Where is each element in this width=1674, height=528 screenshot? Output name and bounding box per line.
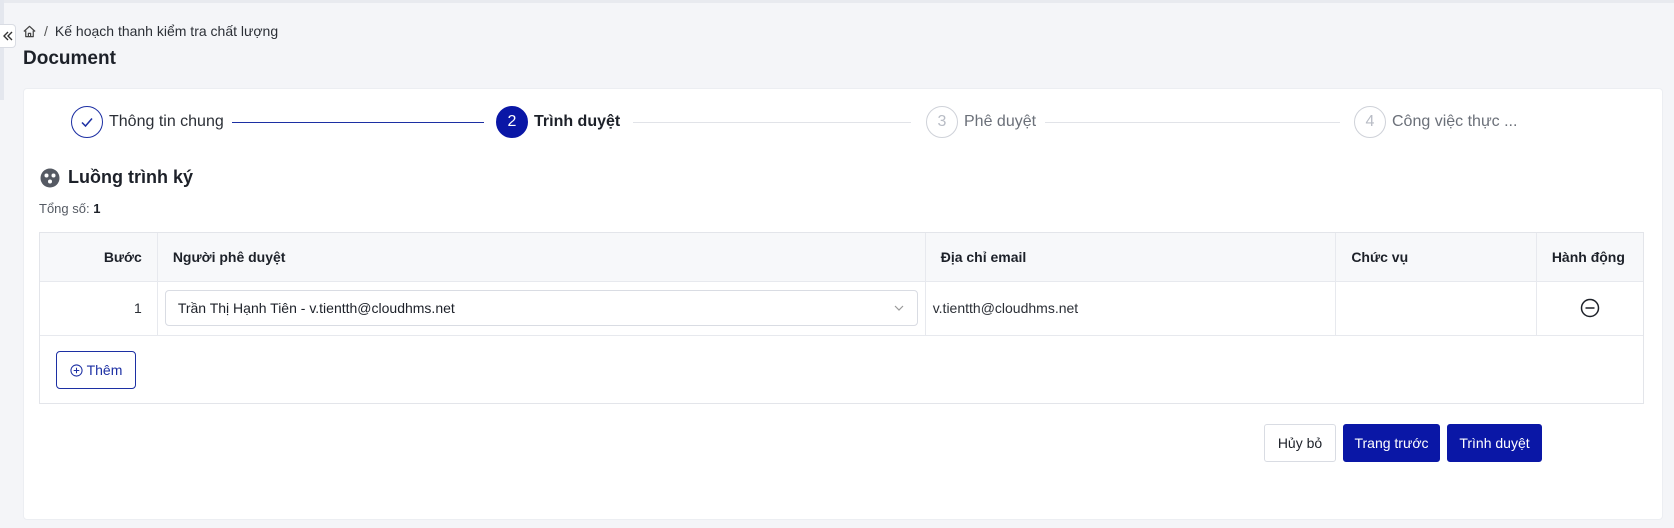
cell-step: 1 [40,281,158,336]
step-number: 2 [496,106,528,138]
step-label: Thông tin chung [109,113,224,130]
step-check-icon [71,106,103,138]
header-action: Hành động [1536,233,1643,282]
step-number: 3 [926,106,958,138]
step-connector [633,122,911,123]
total-count: Tổng số: 1 [39,201,100,216]
page-title: Document [23,48,116,69]
step-connector [1045,122,1340,123]
approver-select[interactable]: Trần Thị Hạnh Tiên - v.tientth@cloudhms.… [164,290,918,326]
main-card: Thông tin chung 2 Trình duyệt 3 Phê duyệ… [23,88,1663,520]
add-approver-label: Thêm [86,362,123,378]
approver-select-value: Trần Thị Hạnh Tiên - v.tientth@cloudhms.… [177,300,455,316]
step-label: Trình duyệt [534,113,621,130]
step-submit[interactable]: 2 Trình duyệt [496,105,620,139]
cancel-button[interactable]: Hủy bỏ [1264,424,1336,462]
header-approver: Người phê duyệt [157,233,926,282]
breadcrumb-current[interactable]: Kế hoạch thanh kiểm tra chất lượng [55,23,278,39]
total-label: Tổng số: [39,201,90,216]
step-general-info[interactable]: Thông tin chung [71,105,224,139]
step-label: Công việc thực ... [1392,113,1518,130]
breadcrumb-separator: / [44,23,48,39]
approval-table: Bước Người phê duyệt Địa chỉ email Chức … [39,232,1644,404]
total-value: 1 [93,201,101,216]
cell-email: v.tientth@cloudhms.net [925,281,1337,336]
cell-position [1335,281,1537,336]
header-position: Chức vụ [1335,233,1537,282]
sidebar-edge [0,0,4,100]
chevron-down-icon [894,305,904,311]
cell-action [1536,281,1643,336]
step-label: Phê duyệt [964,113,1037,130]
previous-page-button[interactable]: Trang trước [1343,424,1440,462]
cell-approver: Trần Thị Hạnh Tiên - v.tientth@cloudhms.… [157,281,926,336]
flow-icon [40,168,60,187]
header-email: Địa chỉ email [925,233,1337,282]
breadcrumb: / Kế hoạch thanh kiểm tra chất lượng [22,21,278,41]
header-step: Bước [40,233,158,282]
submit-button[interactable]: Trình duyệt [1447,424,1542,462]
step-approve[interactable]: 3 Phê duyệt [926,105,1036,139]
table-header-row: Bước Người phê duyệt Địa chỉ email Chức … [40,233,1643,282]
step-connector [232,122,484,123]
add-approver-button[interactable]: Thêm [56,351,136,389]
table-row: 1 Trần Thị Hạnh Tiên - v.tientth@cloudhm… [40,281,1643,336]
top-border [0,0,1674,3]
home-icon[interactable] [22,24,37,39]
remove-circle-icon[interactable] [1580,298,1600,318]
double-chevron-left-icon [2,31,12,41]
step-tasks[interactable]: 4 Công việc thực ... [1354,105,1517,139]
stepper: Thông tin chung 2 Trình duyệt 3 Phê duyệ… [71,105,1631,139]
plus-circle-icon [70,363,83,377]
step-number: 4 [1354,106,1386,138]
section-title: Luồng trình ký [40,167,193,188]
sidebar-collapse-button[interactable] [0,24,16,48]
section-title-text: Luồng trình ký [68,167,193,187]
